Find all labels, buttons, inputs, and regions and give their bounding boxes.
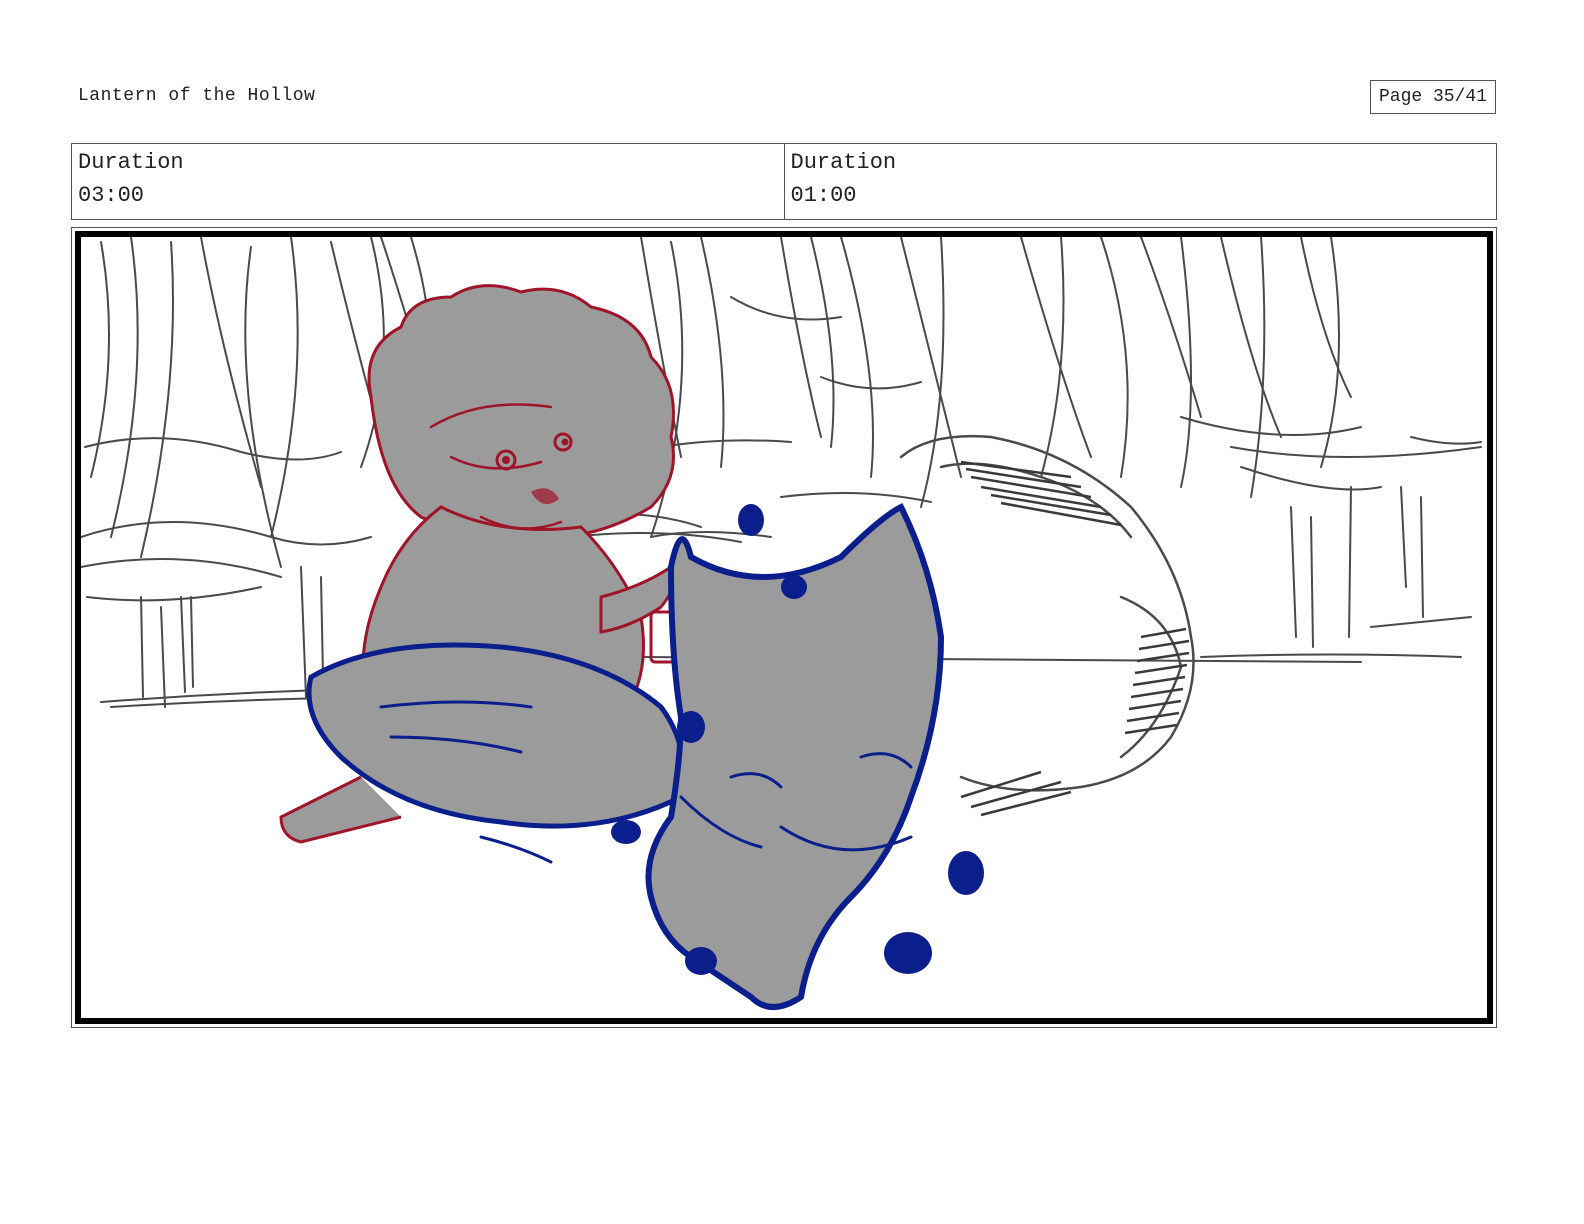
paint-dot [884,932,932,974]
project-title: Lantern of the Hollow [78,86,316,106]
duration-table: Duration 03:00 Duration 01:00 [71,143,1497,220]
panel-sketch [81,237,1482,1010]
paint-dot [611,820,641,844]
paint-dot [948,851,984,895]
duration-value: 03:00 [78,183,145,208]
duration-label: Duration [790,150,897,175]
boulder-shading [960,460,1190,817]
storyboard-panel [75,231,1493,1024]
page-number: Page 35/41 [1370,80,1496,114]
paint-dot [677,711,705,743]
duration-cell-1: Duration 03:00 [72,144,784,219]
duration-value: 01:00 [790,183,857,208]
duration-cell-2: Duration 01:00 [783,144,1497,219]
paint-dot [738,504,764,536]
duration-label: Duration [78,150,184,175]
girl-hair [367,284,675,541]
paint-dot [685,947,717,975]
paint-dot [781,575,807,599]
